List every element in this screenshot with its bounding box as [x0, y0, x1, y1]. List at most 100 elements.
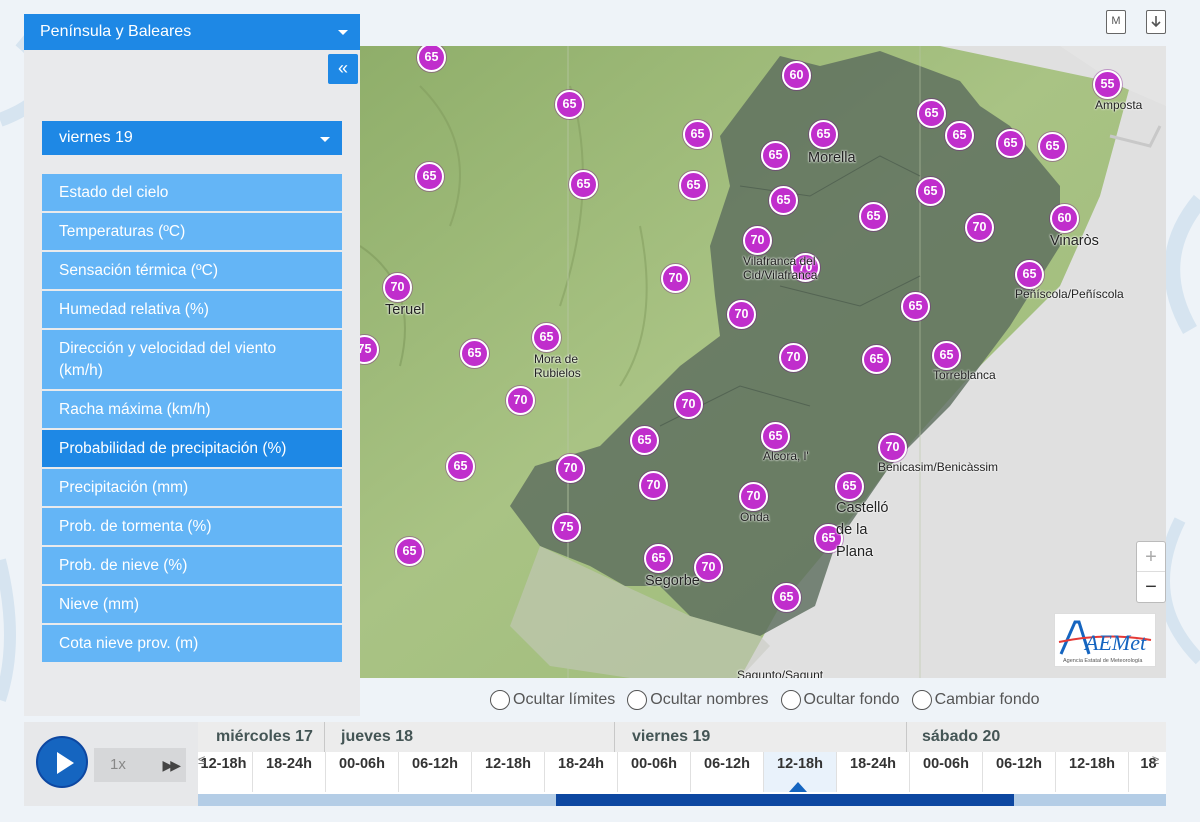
precip-marker[interactable]: 65 — [395, 537, 424, 566]
precip-marker[interactable]: 65 — [901, 292, 930, 321]
precip-marker[interactable]: 65 — [862, 345, 891, 374]
variable-item-cota-nieve[interactable]: Cota nieve prov. (m) — [42, 625, 342, 662]
option-hide-names[interactable]: Ocultar nombres — [627, 690, 769, 710]
time-slot[interactable]: 00-06h — [325, 752, 398, 792]
option-hide-limits[interactable]: Ocultar límites — [490, 690, 615, 710]
collapse-sidebar-button[interactable]: « — [328, 54, 358, 84]
variable-item-sensacion-termica[interactable]: Sensación térmica (ºC) — [42, 252, 342, 289]
variable-item-prob-precipitacion[interactable]: Probabilidad de precipitación (%) — [42, 430, 342, 467]
variable-item-precipitacion[interactable]: Precipitación (mm) — [42, 469, 342, 506]
precip-marker[interactable]: 65 — [772, 583, 801, 612]
place-label: Onda — [740, 510, 770, 524]
precip-marker[interactable]: 65 — [532, 323, 561, 352]
precip-marker[interactable]: 65 — [630, 426, 659, 455]
place-label: Peñíscola/Peñíscola — [1015, 287, 1124, 301]
precip-marker[interactable]: 65 — [415, 162, 444, 191]
precip-marker[interactable]: 70 — [965, 213, 994, 242]
map[interactable]: 65 65 60 55 65 65 65 65 65 65 65 65 65 6… — [360, 46, 1166, 678]
scroll-left-icon[interactable]: ≤ — [198, 752, 205, 767]
precip-marker[interactable]: 65 — [996, 129, 1025, 158]
precip-marker[interactable]: 65 — [683, 120, 712, 149]
play-button[interactable] — [36, 736, 88, 788]
timeline-track[interactable]: miércoles 17 jueves 18 viernes 19 sábado… — [198, 722, 1166, 806]
precip-marker[interactable]: 65 — [761, 422, 790, 451]
time-slot[interactable]: 12-18h — [198, 752, 252, 792]
time-slot[interactable]: 12-18h — [1055, 752, 1128, 792]
checkbox[interactable] — [627, 690, 648, 710]
precip-marker[interactable]: 65 — [569, 170, 598, 199]
precip-marker[interactable]: 70 — [639, 471, 668, 500]
precip-marker[interactable]: 65 — [460, 339, 489, 368]
precip-marker[interactable]: 65 — [644, 544, 673, 573]
time-slot[interactable]: 18-24h — [544, 752, 617, 792]
precip-marker[interactable]: 65 — [769, 186, 798, 215]
variable-item-viento[interactable]: Dirección y velocidad del viento (km/h) — [42, 330, 342, 389]
zoom-in-button[interactable]: + — [1137, 542, 1165, 572]
precip-marker[interactable]: 70 — [779, 343, 808, 372]
precip-marker[interactable]: 60 — [782, 61, 811, 90]
precip-marker[interactable]: 70 — [743, 226, 772, 255]
variable-item-prob-tormenta[interactable]: Prob. de tormenta (%) — [42, 508, 342, 545]
precip-marker[interactable]: 65 — [932, 341, 961, 370]
variable-item-humedad[interactable]: Humedad relativa (%) — [42, 291, 342, 328]
speed-control[interactable]: 1x ▶▶ — [94, 748, 186, 782]
time-slot[interactable]: 00-06h — [909, 752, 982, 792]
aemet-logo: AEMet Agencia Estatal de Meteorología — [1054, 613, 1156, 667]
precip-marker[interactable]: 65 — [761, 141, 790, 170]
precip-marker[interactable]: 65 — [1015, 260, 1044, 289]
option-change-background[interactable]: Cambiar fondo — [911, 690, 1040, 710]
precip-marker[interactable]: 65 — [916, 177, 945, 206]
scroll-right-icon[interactable]: ≥ — [1152, 752, 1159, 767]
current-slot-indicator — [789, 782, 807, 792]
day-select[interactable]: viernes 19 — [42, 121, 342, 155]
precip-marker[interactable]: 65 — [917, 99, 946, 128]
time-slot[interactable]: 18-24h — [252, 752, 325, 792]
day-row: miércoles 17 jueves 18 viernes 19 sábado… — [198, 722, 1166, 752]
precip-marker[interactable]: 65 — [446, 452, 475, 481]
precip-marker[interactable]: 70 — [727, 300, 756, 329]
zoom-out-button[interactable]: − — [1137, 572, 1165, 602]
place-label: Benicasim/Benicàssim — [878, 460, 999, 474]
time-slot[interactable]: 12-18h — [471, 752, 544, 792]
precip-marker[interactable]: 70 — [661, 264, 690, 293]
checkbox[interactable] — [911, 690, 932, 710]
precip-marker[interactable]: 70 — [739, 482, 768, 511]
precip-marker[interactable]: 70 — [674, 390, 703, 419]
time-slot[interactable]: 06-12h — [398, 752, 471, 792]
download-icon[interactable] — [1146, 10, 1166, 34]
time-slot[interactable]: 18-24h — [836, 752, 909, 792]
place-label: Segorbe — [645, 573, 700, 589]
time-slot[interactable]: 18 — [1128, 752, 1166, 792]
precip-marker[interactable]: 65 — [679, 171, 708, 200]
precip-marker[interactable]: 65 — [859, 202, 888, 231]
day-label: sábado 20 — [922, 728, 1001, 745]
time-slot[interactable]: 06-12h — [690, 752, 763, 792]
time-slot[interactable]: 06-12h — [982, 752, 1055, 792]
place-label: Teruel — [385, 302, 425, 318]
checkbox[interactable] — [780, 690, 801, 710]
variable-item-nieve[interactable]: Nieve (mm) — [42, 586, 342, 623]
timeline-scrollbar-thumb[interactable] — [556, 794, 1014, 806]
precip-marker[interactable]: 70 — [556, 454, 585, 483]
option-hide-background[interactable]: Ocultar fondo — [780, 690, 900, 710]
precip-marker[interactable]: 70 — [506, 386, 535, 415]
precip-marker[interactable]: 65 — [945, 121, 974, 150]
precip-marker[interactable]: 75 — [552, 513, 581, 542]
variable-item-racha[interactable]: Racha máxima (km/h) — [42, 391, 342, 428]
region-select[interactable]: Península y Baleares — [24, 14, 360, 50]
fast-forward-icon[interactable]: ▶▶ — [162, 748, 180, 782]
checkbox[interactable] — [490, 690, 510, 710]
variable-item-temperaturas[interactable]: Temperaturas (ºC) — [42, 213, 342, 250]
precip-marker[interactable]: 60 — [1050, 204, 1079, 233]
m-icon[interactable]: M — [1106, 10, 1126, 34]
precip-marker[interactable]: 65 — [555, 90, 584, 119]
precip-marker[interactable]: 70 — [383, 273, 412, 302]
precip-marker[interactable]: 55 — [1093, 70, 1122, 99]
precip-marker[interactable]: 70 — [878, 433, 907, 462]
variable-item-estado-cielo[interactable]: Estado del cielo — [42, 174, 342, 211]
precip-marker[interactable]: 65 — [809, 120, 838, 149]
precip-marker[interactable]: 65 — [1038, 132, 1067, 161]
time-slot[interactable]: 00-06h — [617, 752, 690, 792]
variable-item-prob-nieve[interactable]: Prob. de nieve (%) — [42, 547, 342, 584]
day-label: viernes 19 — [632, 728, 711, 745]
